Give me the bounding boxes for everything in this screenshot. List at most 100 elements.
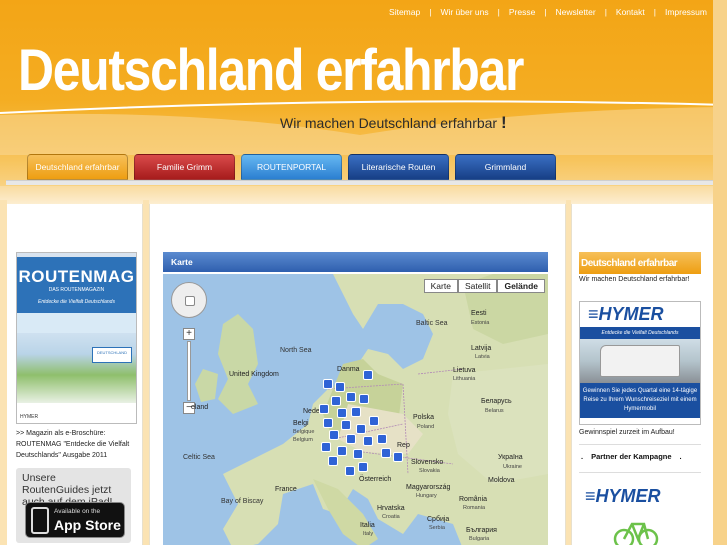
nav-kontakt[interactable]: Kontakt xyxy=(616,7,645,17)
route-marker[interactable] xyxy=(369,416,379,426)
map-zoom-in-button[interactable]: + xyxy=(183,328,195,340)
route-marker[interactable] xyxy=(358,462,368,472)
map-label-belarus-local: Беларусь xyxy=(481,398,512,405)
hymer-motorhome-photo xyxy=(580,339,700,383)
magazine-body: DEUTSCHLAND xyxy=(17,313,136,403)
map-label-danmark: Danma xyxy=(337,366,360,373)
right-sidebar: Deutschland erfahrbar Wir machen Deutsch… xyxy=(571,204,713,545)
app-store-badge[interactable]: Available on the App Store xyxy=(25,502,125,538)
site-tagline: Wir machen Deutschland erfahrbar ! xyxy=(280,113,507,133)
route-marker[interactable] xyxy=(353,449,363,459)
nav-wir-ueber-uns[interactable]: Wir über uns xyxy=(440,7,488,17)
nav-separator: | xyxy=(497,7,500,17)
map-label-ireland: eland xyxy=(191,404,209,411)
magazine-title: ROUTENMAG xyxy=(18,267,135,286)
map-label-bulgaria: Bulgaria xyxy=(469,536,490,542)
map-type-karte[interactable]: Karte xyxy=(423,279,458,293)
map-zoom-slider[interactable] xyxy=(187,341,191,401)
route-marker[interactable] xyxy=(377,434,387,444)
route-marker[interactable] xyxy=(331,396,341,406)
divider xyxy=(579,444,701,445)
nav-newsletter[interactable]: Newsletter xyxy=(556,7,596,17)
tagline-exclamation: ! xyxy=(501,113,507,132)
nav-separator: | xyxy=(604,7,607,17)
map-panel-header: Karte xyxy=(163,252,548,272)
motorhome-image xyxy=(600,345,680,377)
route-marker[interactable] xyxy=(351,407,361,417)
hymer-logo: ≡HYMER xyxy=(588,304,664,324)
map-label-belgium: Belgium xyxy=(293,437,313,443)
map-type-gelaende[interactable]: Gelände xyxy=(497,279,545,293)
tab-routenportal[interactable]: ROUTENPORTAL xyxy=(241,154,342,180)
map-label-hungary: Hungary xyxy=(416,493,437,499)
map-label-lietuva: Lietuva xyxy=(453,367,476,374)
routenmag-cover[interactable]: ROUTENMAG DAS ROUTENMAGAZIN Entdecke die… xyxy=(16,252,137,424)
route-marker[interactable] xyxy=(337,408,347,418)
route-marker[interactable] xyxy=(329,430,339,440)
hymer-partner-logo[interactable]: ≡HYMER xyxy=(585,486,661,507)
hymer-gewinnspiel-ad[interactable]: ≡HYMER Entdecke die Vielfalt Deutschland… xyxy=(579,301,701,425)
map-label-latvija: Latvija xyxy=(471,345,492,352)
content-top-gradient xyxy=(0,186,727,206)
map-label-polska: Polska xyxy=(413,414,435,421)
gewinnspiel-status: Gewinnspiel zurzeit im Aufbau! xyxy=(579,429,675,436)
route-marker[interactable] xyxy=(345,466,355,476)
hymer-ad-text: Gewinnen Sie jedes Quartal eine 14-tägig… xyxy=(580,383,700,418)
route-marker[interactable] xyxy=(363,370,373,380)
partner-heading-text: Partner der Kampagne xyxy=(591,452,672,461)
map-label-croatia: Croatia xyxy=(382,514,400,520)
tab-familie-grimm[interactable]: Familie Grimm xyxy=(134,154,235,180)
route-marker[interactable] xyxy=(356,424,366,434)
route-marker[interactable] xyxy=(323,379,333,389)
magazine-claim: Entdecke die Vielfalt Deutschlands xyxy=(38,299,115,305)
nav-separator: | xyxy=(544,7,547,17)
partner-heading: . Partner der Kampagne. xyxy=(581,452,682,461)
map-label-belgique: Belgique xyxy=(293,429,315,435)
map-label-italy: Italy xyxy=(363,531,374,537)
route-marker[interactable] xyxy=(341,420,351,430)
map-label-hrvatska: Hrvatska xyxy=(377,505,405,512)
route-marker[interactable] xyxy=(335,382,345,392)
map-label-slovakia: Slovakia xyxy=(419,468,440,474)
tab-literarische-routen[interactable]: Literarische Routen xyxy=(348,154,449,180)
nav-presse[interactable]: Presse xyxy=(509,7,535,17)
hymer-claim: Entdecke die Vielfalt Deutschlands xyxy=(580,327,700,339)
nav-separator: | xyxy=(653,7,656,17)
route-marker[interactable] xyxy=(337,446,347,456)
map-label-latvia: Latvia xyxy=(475,354,490,360)
top-navigation: Sitemap | Wir über uns | Presse | Newsle… xyxy=(389,7,707,17)
route-marker[interactable] xyxy=(323,418,333,428)
map-label-north-sea: North Sea xyxy=(280,347,312,354)
tab-grimmland[interactable]: Grimmland xyxy=(455,154,556,180)
map-label-lithuania: Lithuania xyxy=(453,376,476,382)
magazine-header: ROUTENMAG DAS ROUTENMAGAZIN Entdecke die… xyxy=(17,257,136,313)
route-marker[interactable] xyxy=(359,394,369,404)
map-type-switcher: Karte Satellit Gelände xyxy=(423,279,545,293)
route-map[interactable]: + − Karte Satellit Gelände North Sea Bal… xyxy=(163,274,548,545)
route-marker[interactable] xyxy=(346,392,356,402)
nav-sitemap[interactable]: Sitemap xyxy=(389,7,420,17)
map-label-bulgaria-local: България xyxy=(466,527,497,534)
route-marker[interactable] xyxy=(346,434,356,444)
nav-separator: | xyxy=(429,7,432,17)
magazine-caption-link[interactable]: >> Magazin als e-Broschüre: ROUTENMAG "E… xyxy=(16,428,141,461)
map-pan-control[interactable] xyxy=(171,282,207,318)
map-label-serbia: Serbia xyxy=(429,525,445,531)
route-marker[interactable] xyxy=(381,448,391,458)
map-label-czech: Rep xyxy=(397,442,410,449)
route-marker[interactable] xyxy=(319,404,329,414)
route-marker[interactable] xyxy=(321,442,331,452)
deutschland-erfahrbar-banner[interactable]: Deutschland erfahrbar xyxy=(579,252,701,274)
route-marker[interactable] xyxy=(328,456,338,466)
magazine-subtitle: DAS ROUTENMAGAZIN xyxy=(48,287,105,293)
bicycle-icon xyxy=(613,522,659,545)
route-marker[interactable] xyxy=(363,436,373,446)
tab-deutschland-erfahrbar[interactable]: Deutschland erfahrbar xyxy=(27,154,128,180)
route-marker[interactable] xyxy=(393,452,403,462)
page-margin-right xyxy=(713,0,727,545)
site-logo-title[interactable]: Deutschland erfahrbar xyxy=(18,42,524,100)
nav-impressum[interactable]: Impressum xyxy=(665,7,707,17)
map-label-magyarorszag: Magyarország xyxy=(406,484,451,491)
map-type-satellit[interactable]: Satellit xyxy=(457,279,498,293)
map-label-poland: Poland xyxy=(417,424,435,430)
